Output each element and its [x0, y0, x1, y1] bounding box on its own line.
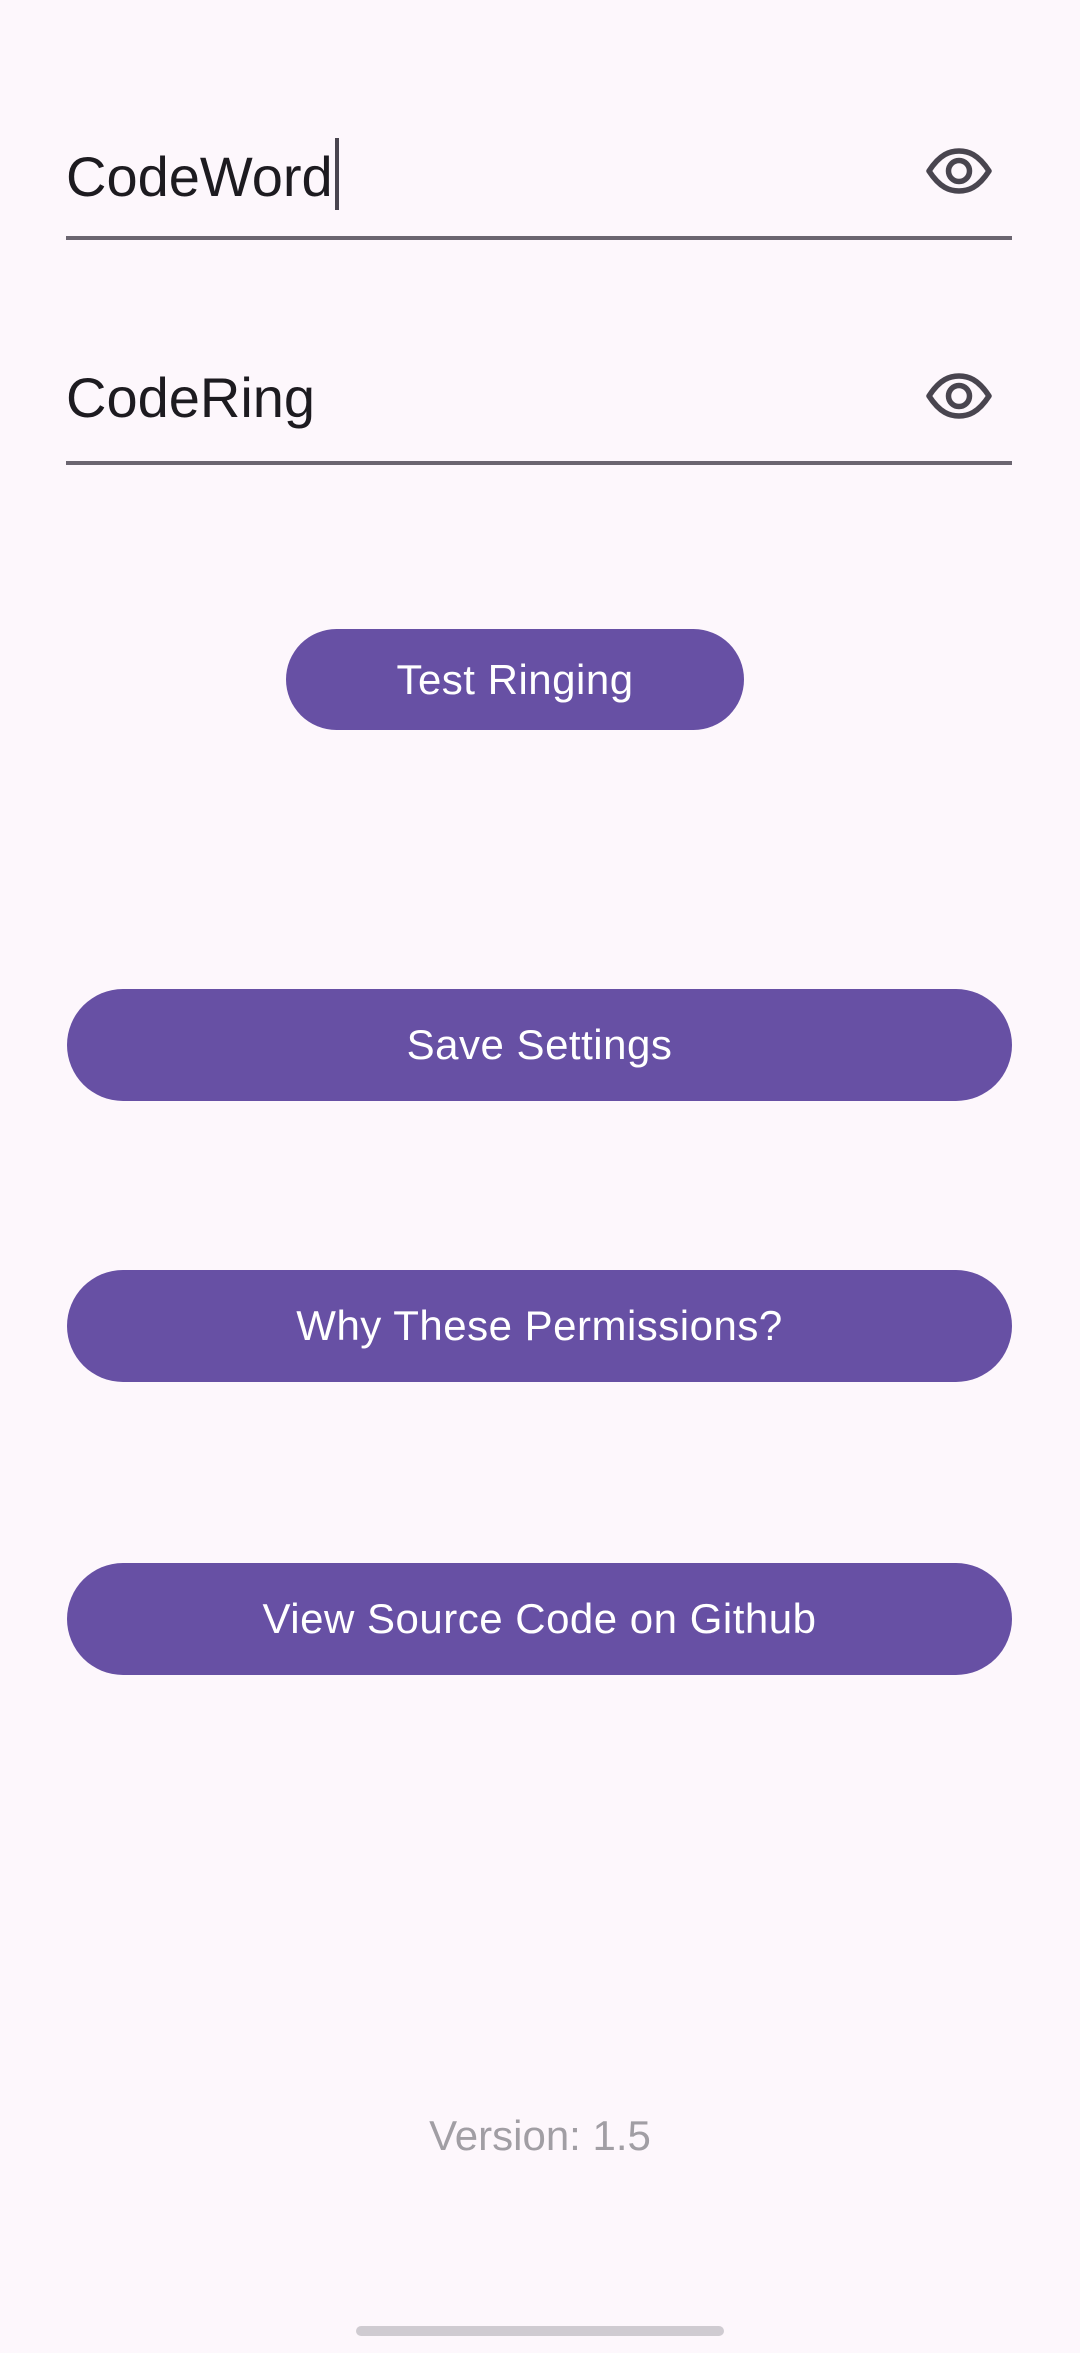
codeword-underline: [66, 236, 1012, 240]
codering-field[interactable]: CodeRing: [66, 353, 1012, 465]
codeword-field[interactable]: CodeWord: [66, 128, 1012, 240]
eye-icon[interactable]: [926, 138, 992, 204]
version-text: Version: 1.5: [429, 2112, 651, 2159]
codering-input[interactable]: CodeRing: [66, 363, 315, 433]
test-ringing-label: Test Ringing: [396, 655, 634, 703]
view-source-label: View Source Code on Github: [262, 1595, 817, 1642]
codering-value: CodeRing: [66, 366, 316, 429]
text-cursor: [334, 138, 339, 210]
gesture-nav-handle[interactable]: [356, 2326, 724, 2336]
codeword-input[interactable]: CodeWord: [66, 138, 339, 212]
test-ringing-button[interactable]: Test Ringing: [286, 629, 744, 730]
why-permissions-label: Why These Permissions?: [296, 1302, 783, 1349]
codering-underline: [66, 461, 1012, 465]
why-permissions-button[interactable]: Why These Permissions?: [67, 1270, 1012, 1382]
save-settings-button[interactable]: Save Settings: [67, 989, 1012, 1101]
save-settings-label: Save Settings: [406, 1021, 673, 1068]
eye-icon[interactable]: [926, 363, 992, 429]
view-source-button[interactable]: View Source Code on Github: [67, 1563, 1012, 1675]
codeword-value: CodeWord: [66, 145, 333, 208]
